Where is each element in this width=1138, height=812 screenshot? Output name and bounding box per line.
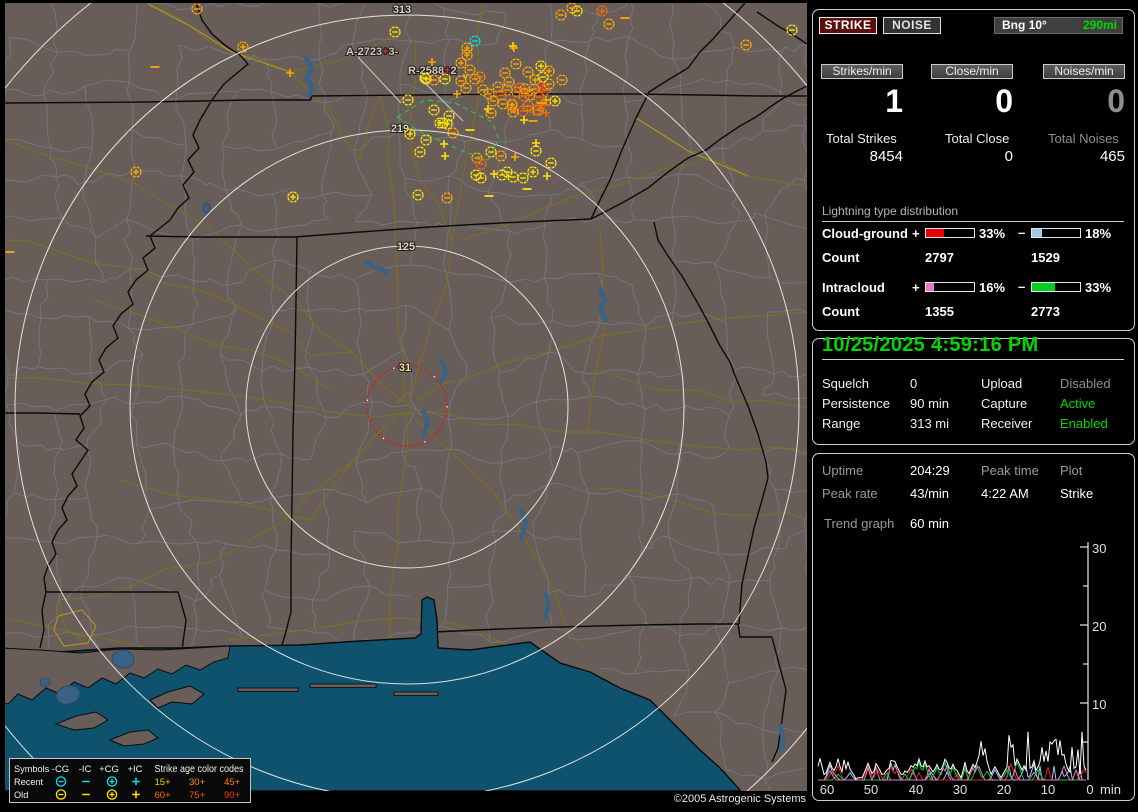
svg-text:Strike age color codes: Strike age color codes — [155, 764, 244, 775]
svg-text:15+: 15+ — [155, 777, 172, 788]
svg-text:-IC: -IC — [79, 764, 92, 775]
svg-text:Recent: Recent — [14, 777, 44, 787]
svg-text:45+: 45+ — [224, 777, 241, 788]
svg-text:+IC: +IC — [127, 764, 142, 775]
svg-text:Symbols: Symbols — [14, 764, 50, 774]
svg-text:+CG: +CG — [99, 764, 119, 775]
svg-text:-CG: -CG — [52, 764, 69, 775]
svg-text:30+: 30+ — [189, 777, 206, 788]
